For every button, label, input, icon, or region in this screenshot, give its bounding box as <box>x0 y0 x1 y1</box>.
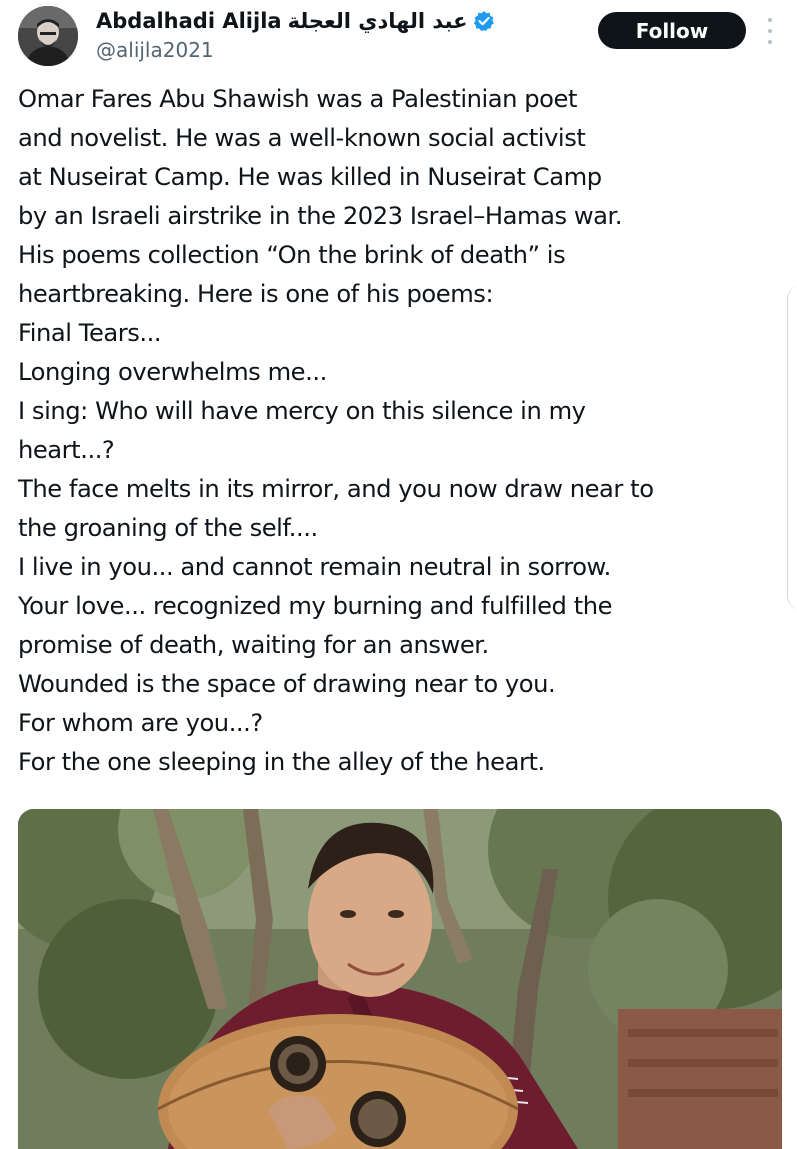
tweet-line: For whom are you...? <box>18 709 263 737</box>
tweet-line: Longing overwhelms me... <box>18 358 327 386</box>
tweet-line: and novelist. He was a well-known social… <box>18 124 586 152</box>
tweet-header: Abdalhadi Alijla عبد الهادي العجلة @alij… <box>0 0 797 80</box>
tweet-line: the groaning of the self.... <box>18 514 318 542</box>
tweet-body: Omar Fares Abu Shawish was a Palestinian… <box>18 80 788 782</box>
tweet-photo[interactable] <box>18 809 782 1149</box>
tweet-line: Omar Fares Abu Shawish was a Palestinian… <box>18 85 577 113</box>
more-vertical-icon[interactable] <box>760 18 780 44</box>
author-avatar[interactable] <box>18 6 78 66</box>
display-name-row: Abdalhadi Alijla عبد الهادي العجلة <box>96 6 495 36</box>
tweet-line: Wounded is the space of drawing near to … <box>18 670 556 698</box>
tweet-line: heart...? <box>18 436 115 464</box>
more-dot <box>768 18 772 22</box>
tweet-line: Final Tears... <box>18 319 162 347</box>
more-dot <box>768 40 772 44</box>
more-dot <box>768 29 772 33</box>
avatar-image <box>18 6 78 66</box>
display-name[interactable]: Abdalhadi Alijla <box>96 9 282 33</box>
tweet-line: promise of death, waiting for an answer. <box>18 631 489 659</box>
verified-badge-icon <box>473 10 495 32</box>
tweet-line: For the one sleeping in the alley of the… <box>18 748 545 776</box>
tweet-line: Your love... recognized my burning and f… <box>18 592 613 620</box>
tweet-line: His poems collection “On the brink of de… <box>18 241 566 269</box>
author-handle[interactable]: @alijla2021 <box>96 38 214 62</box>
tweet-line: The face melts in its mirror, and you no… <box>18 475 654 503</box>
tweet-line: heartbreaking. Here is one of his poems: <box>18 280 494 308</box>
photo-illustration <box>18 809 782 1149</box>
tweet-line: by an Israeli airstrike in the 2023 Isra… <box>18 202 623 230</box>
tweet-line: I live in you... and cannot remain neutr… <box>18 553 611 581</box>
follow-button[interactable]: Follow <box>598 12 746 49</box>
scroll-edge <box>787 285 797 610</box>
tweet-line: at Nuseirat Camp. He was killed in Nusei… <box>18 163 602 191</box>
tweet-line: I sing: Who will have mercy on this sile… <box>18 397 586 425</box>
display-name-arabic[interactable]: عبد الهادي العجلة <box>288 9 468 33</box>
